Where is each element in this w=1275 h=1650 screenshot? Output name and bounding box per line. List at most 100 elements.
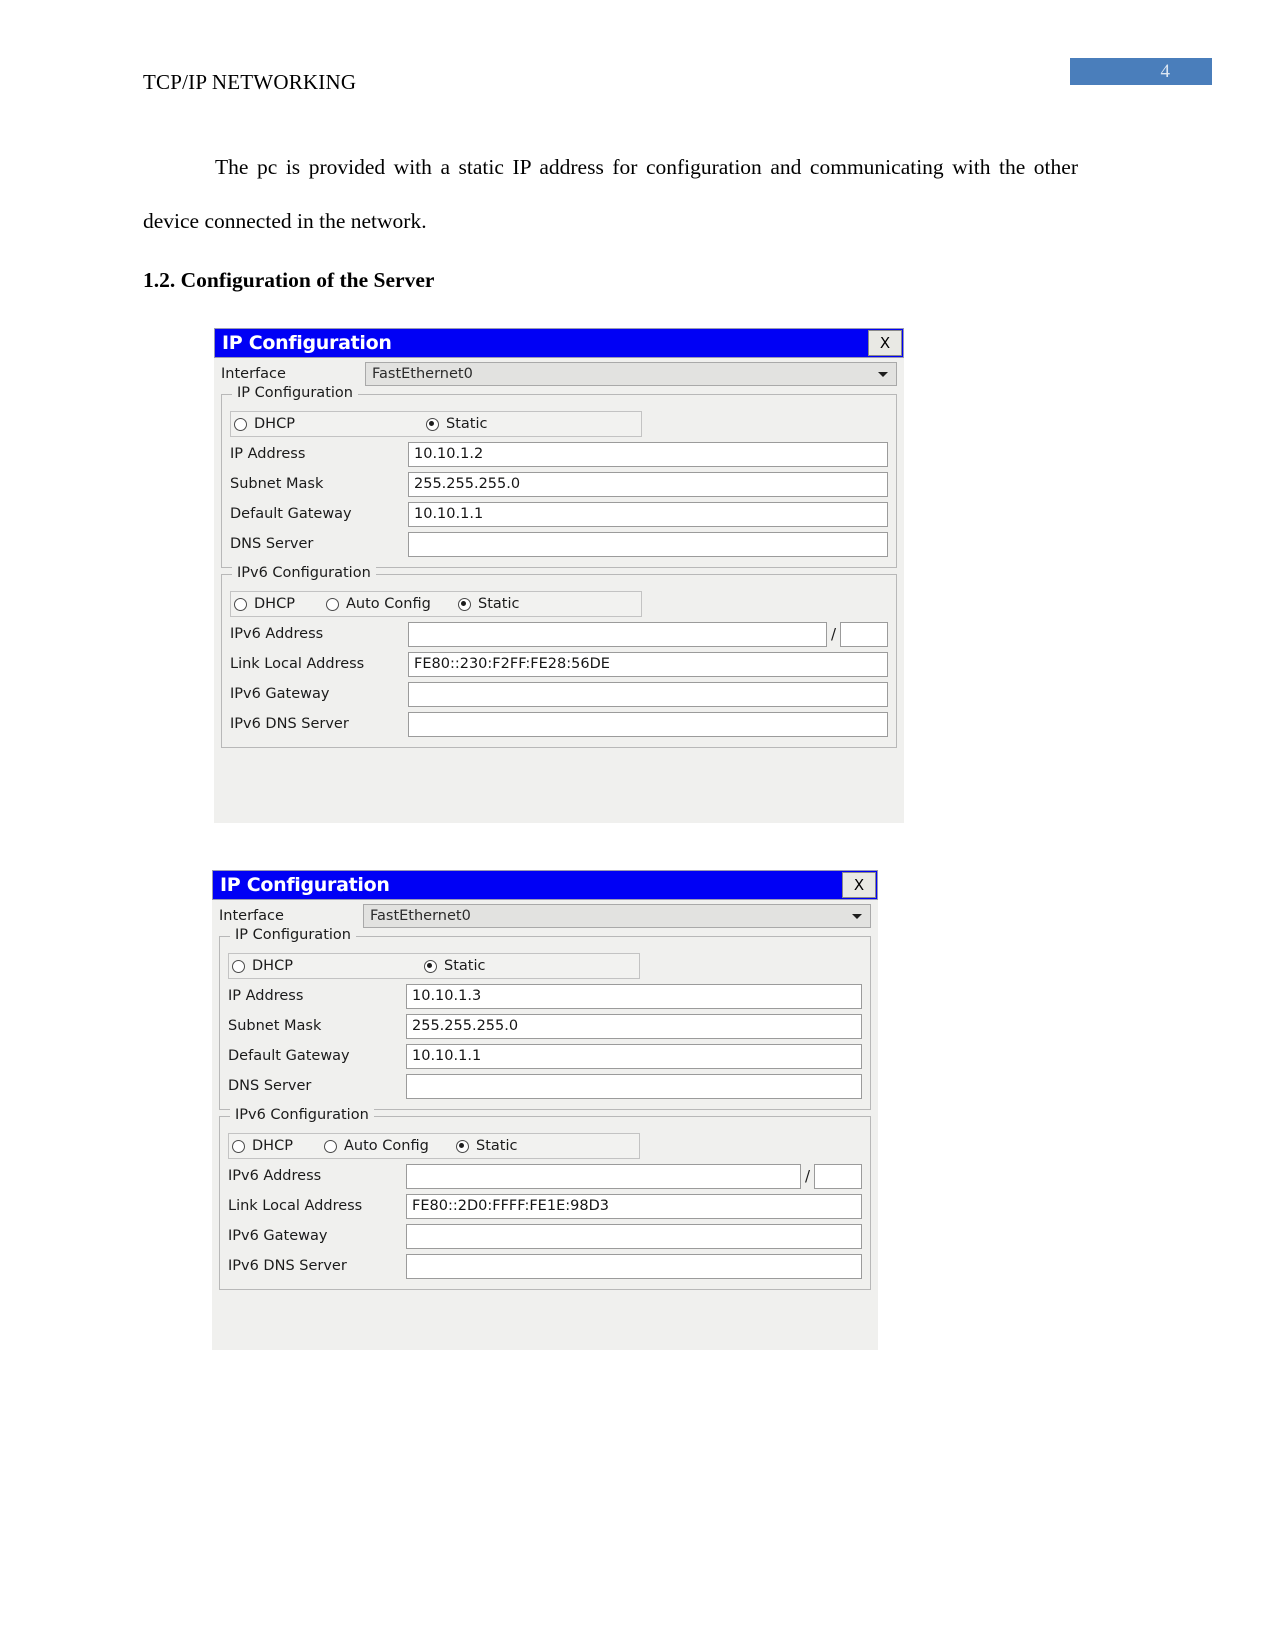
radio-ipv6-dhcp-label: DHCP [254, 596, 295, 612]
radio-ipv6-static[interactable]: Static [458, 596, 519, 612]
radio-dot-icon [232, 959, 245, 973]
interface-row: Interface FastEthernet0 [212, 902, 878, 930]
ipv6-prefix-length-input[interactable] [814, 1163, 862, 1189]
field-row-dns-server: DNS Server [230, 529, 888, 559]
ipv6-address-input[interactable] [406, 1163, 801, 1189]
field-row-default-gateway: Default Gateway 10.10.1.1 [228, 1041, 862, 1071]
dialog-titlebar: IP Configuration X [212, 870, 878, 900]
radio-ipv6-static[interactable]: Static [456, 1138, 517, 1154]
interface-label: Interface [221, 366, 286, 382]
field-row-ipv6-address: IPv6 Address / [230, 619, 888, 649]
field-row-ipv6-address: IPv6 Address / [228, 1161, 862, 1191]
ip-configuration-dialog-2: IP Configuration X Interface FastEtherne… [212, 870, 878, 1350]
radio-ipv4-static-label: Static [444, 958, 486, 974]
ipv6-prefix-length-input[interactable] [840, 621, 888, 647]
interface-label: Interface [219, 908, 284, 924]
radio-ipv6-dhcp[interactable]: DHCP [232, 1138, 324, 1154]
close-icon[interactable]: X [868, 330, 902, 356]
radio-dot-icon [234, 597, 247, 611]
dns-server-label: DNS Server [228, 1078, 312, 1094]
document-header-title: TCP/IP NETWORKING [143, 70, 357, 94]
ip-address-input[interactable]: 10.10.1.3 [406, 983, 862, 1009]
ipv4-mode-radio-group: DHCP Static [228, 953, 640, 979]
ipv4-configuration-group: IP Configuration DHCP Static IP Address … [219, 927, 871, 1110]
ipv6-gateway-input[interactable] [406, 1223, 862, 1249]
radio-ipv4-dhcp-label: DHCP [252, 958, 293, 974]
radio-ipv6-auto-config-label: Auto Config [344, 1138, 429, 1154]
link-local-address-label: Link Local Address [230, 656, 365, 672]
section-heading: 1.2. Configuration of the Server [143, 268, 435, 292]
ipv6-prefix-separator: / [830, 625, 836, 643]
field-row-ipv6-dns-server: IPv6 DNS Server [230, 709, 888, 739]
body-paragraph: The pc is provided with a static IP addr… [143, 155, 1078, 233]
ipv6-gateway-label: IPv6 Gateway [230, 686, 330, 702]
ipv6-configuration-group: IPv6 Configuration DHCP Auto Config Stat… [221, 565, 897, 748]
default-gateway-label: Default Gateway [230, 506, 352, 522]
radio-ipv4-static[interactable]: Static [424, 958, 485, 974]
radio-ipv6-static-label: Static [478, 596, 520, 612]
field-row-ipv6-dns-server: IPv6 DNS Server [228, 1251, 862, 1281]
ipv6-address-input[interactable] [408, 621, 827, 647]
radio-ipv6-dhcp[interactable]: DHCP [234, 596, 326, 612]
chevron-down-icon [852, 914, 862, 919]
link-local-address-input[interactable]: FE80::230:F2FF:FE28:56DE [408, 651, 888, 677]
radio-dot-icon [234, 417, 247, 431]
ipv6-dns-server-label: IPv6 DNS Server [230, 716, 349, 732]
dialog-titlebar: IP Configuration X [214, 328, 904, 358]
page-header: TCP/IP NETWORKING 4 [0, 0, 1275, 120]
ipv4-configuration-group: IP Configuration DHCP Static IP Address … [221, 385, 897, 568]
ipv4-mode-radio-group: DHCP Static [230, 411, 642, 437]
ipv6-mode-radio-group: DHCP Auto Config Static [230, 591, 642, 617]
dialog-title: IP Configuration [222, 331, 392, 354]
ipv6-configuration-group: IPv6 Configuration DHCP Auto Config Stat… [219, 1107, 871, 1290]
default-gateway-input[interactable]: 10.10.1.1 [408, 501, 888, 527]
ipv6-address-label: IPv6 Address [228, 1168, 322, 1184]
field-row-ip-address: IP Address 10.10.1.3 [228, 981, 862, 1011]
ipv6-dns-server-input[interactable] [408, 711, 888, 737]
radio-dot-icon [456, 1139, 469, 1153]
default-gateway-input[interactable]: 10.10.1.1 [406, 1043, 862, 1069]
page-number-badge: 4 [1070, 58, 1212, 85]
radio-dot-icon [324, 1139, 337, 1153]
radio-ipv6-auto-config[interactable]: Auto Config [324, 1138, 456, 1154]
interface-select-value: FastEthernet0 [370, 908, 471, 924]
field-row-ipv6-gateway: IPv6 Gateway [228, 1221, 862, 1251]
interface-select-value: FastEthernet0 [372, 366, 473, 382]
dns-server-label: DNS Server [230, 536, 314, 552]
radio-ipv6-dhcp-label: DHCP [252, 1138, 293, 1154]
radio-ipv6-auto-config[interactable]: Auto Config [326, 596, 458, 612]
field-row-default-gateway: Default Gateway 10.10.1.1 [230, 499, 888, 529]
close-icon[interactable]: X [842, 872, 876, 898]
link-local-address-input[interactable]: FE80::2D0:FFFF:FE1E:98D3 [406, 1193, 862, 1219]
interface-select[interactable]: FastEthernet0 [363, 904, 871, 928]
ipv6-dns-server-input[interactable] [406, 1253, 862, 1279]
radio-dot-icon [326, 597, 339, 611]
subnet-mask-input[interactable]: 255.255.255.0 [408, 471, 888, 497]
radio-ipv4-static-label: Static [446, 416, 488, 432]
ipv6-gateway-input[interactable] [408, 681, 888, 707]
field-row-link-local-address: Link Local Address FE80::230:F2FF:FE28:5… [230, 649, 888, 679]
radio-dot-icon [424, 959, 437, 973]
radio-ipv6-static-label: Static [476, 1138, 518, 1154]
link-local-address-label: Link Local Address [228, 1198, 363, 1214]
dns-server-input[interactable] [408, 531, 888, 557]
subnet-mask-label: Subnet Mask [230, 476, 324, 492]
interface-row: Interface FastEthernet0 [214, 360, 904, 388]
chevron-down-icon [878, 372, 888, 377]
ipv6-gateway-label: IPv6 Gateway [228, 1228, 328, 1244]
ipv6-mode-radio-group: DHCP Auto Config Static [228, 1133, 640, 1159]
field-row-dns-server: DNS Server [228, 1071, 862, 1101]
radio-ipv4-dhcp[interactable]: DHCP [234, 416, 412, 432]
ipv6-group-title: IPv6 Configuration [230, 1107, 374, 1123]
subnet-mask-label: Subnet Mask [228, 1018, 322, 1034]
subnet-mask-input[interactable]: 255.255.255.0 [406, 1013, 862, 1039]
radio-ipv4-static[interactable]: Static [426, 416, 487, 432]
radio-dot-icon [426, 417, 439, 431]
interface-select[interactable]: FastEthernet0 [365, 362, 897, 386]
dns-server-input[interactable] [406, 1073, 862, 1099]
ip-address-input[interactable]: 10.10.1.2 [408, 441, 888, 467]
ip-address-label: IP Address [230, 446, 306, 462]
dialog-footer [212, 1290, 878, 1326]
radio-ipv4-dhcp[interactable]: DHCP [232, 958, 410, 974]
field-row-ip-address: IP Address 10.10.1.2 [230, 439, 888, 469]
